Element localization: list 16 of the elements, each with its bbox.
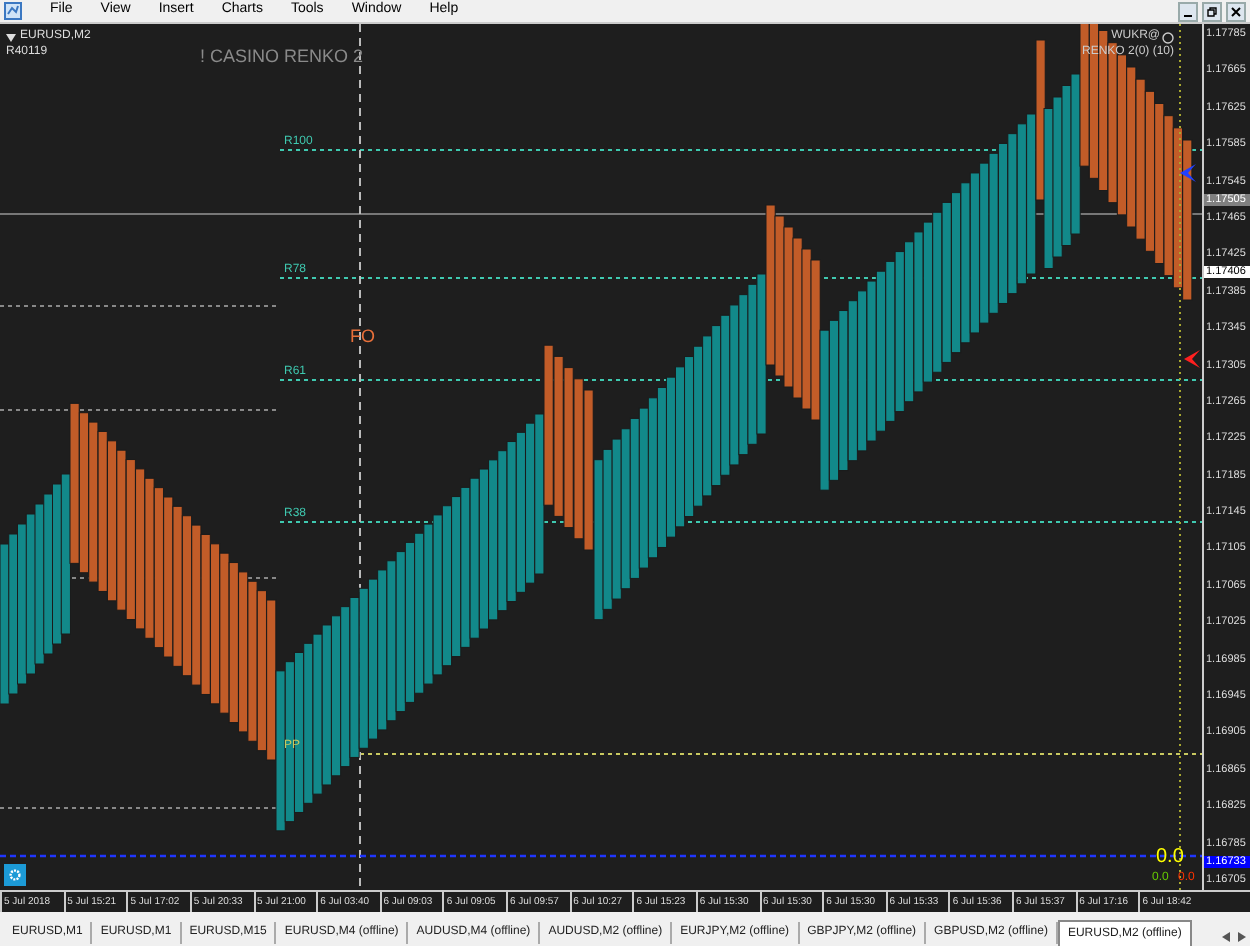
close-icon (1230, 5, 1242, 17)
app-icon (4, 2, 22, 20)
scroll-right-icon[interactable] (1238, 932, 1246, 942)
arrow-left-icon (1184, 350, 1202, 368)
readout-value: 0.0 (1156, 848, 1184, 868)
dropdown-icon (6, 33, 16, 41)
settings-icon (8, 868, 22, 882)
restore-button[interactable] (1202, 1, 1222, 21)
close-button[interactable] (1226, 1, 1246, 21)
chart-title: ! CASINO RENKO 2 (200, 44, 364, 70)
arrow-left-icon (1180, 164, 1198, 182)
minimize-button[interactable] (1178, 1, 1198, 21)
scroll-left-icon[interactable] (1222, 932, 1230, 942)
settings-button[interactable] (4, 864, 26, 886)
marker-label: FO (350, 324, 375, 350)
restore-icon (1206, 5, 1218, 17)
